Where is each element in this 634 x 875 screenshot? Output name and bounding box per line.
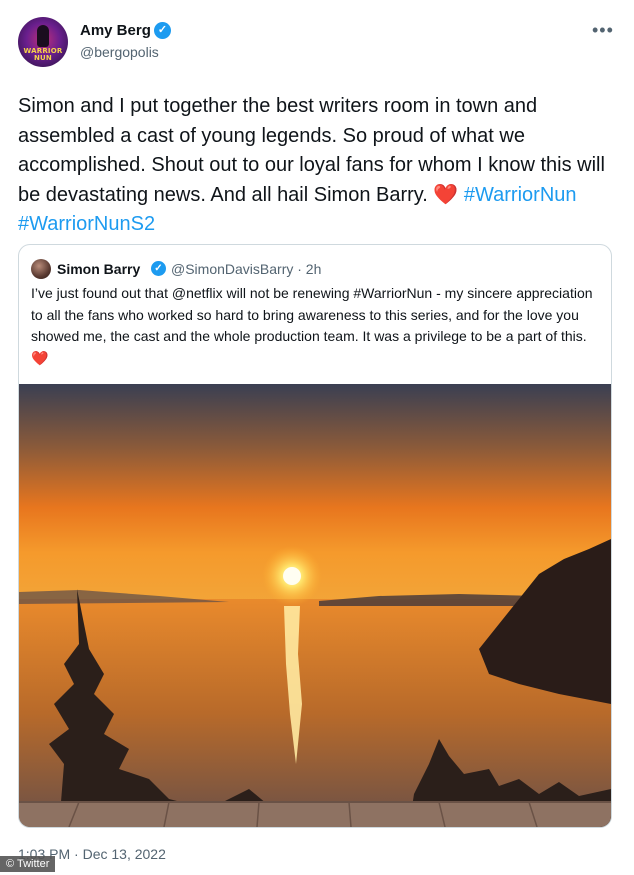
hashtag-link[interactable]: #WarriorNun xyxy=(464,184,577,206)
heart-emoji: ❤️ xyxy=(31,349,49,366)
quoted-tweet[interactable]: Simon Barry ✓ @SimonDavisBarry · 2h I’ve… xyxy=(18,244,612,828)
quoted-author-avatar[interactable] xyxy=(31,259,51,279)
author-name[interactable]: Amy Berg xyxy=(80,22,151,39)
sunset-photo[interactable] xyxy=(19,384,611,827)
verified-badge-icon: ✓ xyxy=(154,22,171,39)
heart-emoji: ❤️ xyxy=(433,183,459,206)
hashtag-link[interactable]: #WarriorNunS2 xyxy=(18,213,155,235)
twitter-watermark: © Twitter xyxy=(0,856,56,872)
avatar-figure xyxy=(37,25,49,47)
quoted-author-name[interactable]: Simon Barry xyxy=(57,261,140,277)
more-options-icon[interactable]: ••• xyxy=(592,20,614,41)
quoted-handle-time[interactable]: @SimonDavisBarry · 2h xyxy=(171,261,321,277)
quoted-tweet-body: I’ve just found out that @netflix will n… xyxy=(31,285,593,344)
quoted-tweet-text: I’ve just found out that @netflix will n… xyxy=(31,283,601,369)
tweet-text: Simon and I put together the best writer… xyxy=(18,92,618,240)
quoted-verified-badge-icon: ✓ xyxy=(151,261,166,276)
avatar-logo-text: WARRIOR NUN xyxy=(23,47,63,62)
author-avatar[interactable]: WARRIOR NUN xyxy=(18,17,68,67)
author-handle[interactable]: @bergopolis xyxy=(80,44,159,60)
